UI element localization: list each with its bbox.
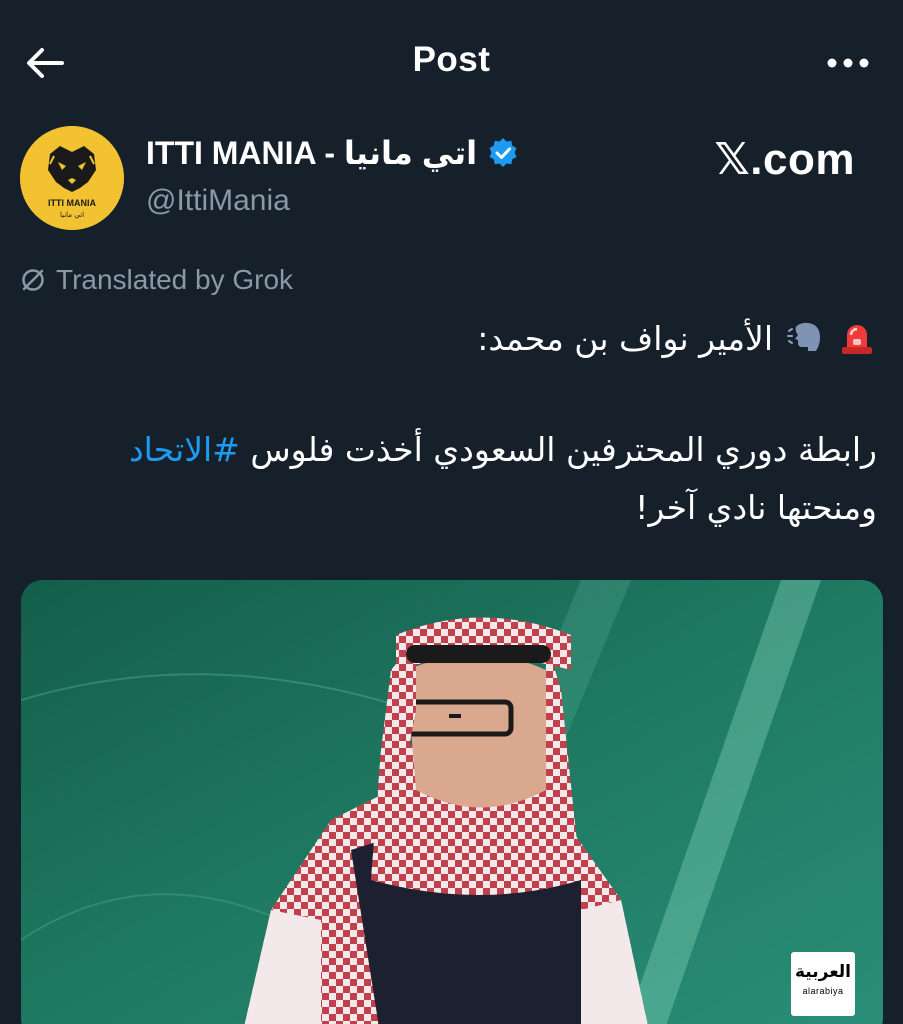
post-line-2-text: رابطة دوري المحترفين السعودي أخذت فلوس <box>239 430 877 469</box>
author-name[interactable]: ITTI MANIA - اتي مانيا <box>146 134 519 172</box>
author-handle[interactable]: @IttiMania <box>146 184 290 218</box>
news-photo <box>21 580 883 1024</box>
svg-text:اتي مانيا: اتي مانيا <box>60 211 84 219</box>
post-text-line-1: الأمير نواف بن محمد: <box>477 318 877 358</box>
post-text-line-3: ومنحتها نادي آخر! <box>635 488 877 527</box>
translated-label: Translated by Grok <box>56 264 294 295</box>
author-avatar[interactable]: ITTI MANIA اتي مانيا <box>20 126 124 230</box>
post-line-1-text: الأمير نواف بن محمد: <box>477 318 773 358</box>
translated-by-grok[interactable]: Translated by Grok <box>20 264 293 296</box>
verified-badge-icon <box>489 138 517 167</box>
x-watermark: 𝕏.com <box>714 135 855 184</box>
page-title: Post <box>412 40 491 79</box>
more-horizontal-icon <box>827 58 869 68</box>
post-image[interactable]: العربية alarabiya <box>21 580 883 1024</box>
post-text-line-2: رابطة دوري المحترفين السعودي أخذت فلوس #… <box>129 430 877 469</box>
rotating-light-icon <box>837 318 877 358</box>
channel-logo: العربية alarabiya <box>791 952 855 1016</box>
no-translate-icon <box>22 269 44 291</box>
channel-logo-arabic: العربية <box>794 962 851 982</box>
svg-text:ITTI MANIA: ITTI MANIA <box>48 198 96 208</box>
author-name-text: ITTI MANIA - اتي مانيا <box>146 135 478 171</box>
speaking-head-icon <box>785 318 825 358</box>
more-options-button[interactable] <box>823 48 873 78</box>
tiger-logo-icon: ITTI MANIA اتي مانيا <box>20 126 124 230</box>
channel-logo-english: alarabiya <box>802 986 844 996</box>
hashtag-link[interactable]: #الاتحاد <box>129 430 240 469</box>
top-bar: Post <box>0 0 903 120</box>
